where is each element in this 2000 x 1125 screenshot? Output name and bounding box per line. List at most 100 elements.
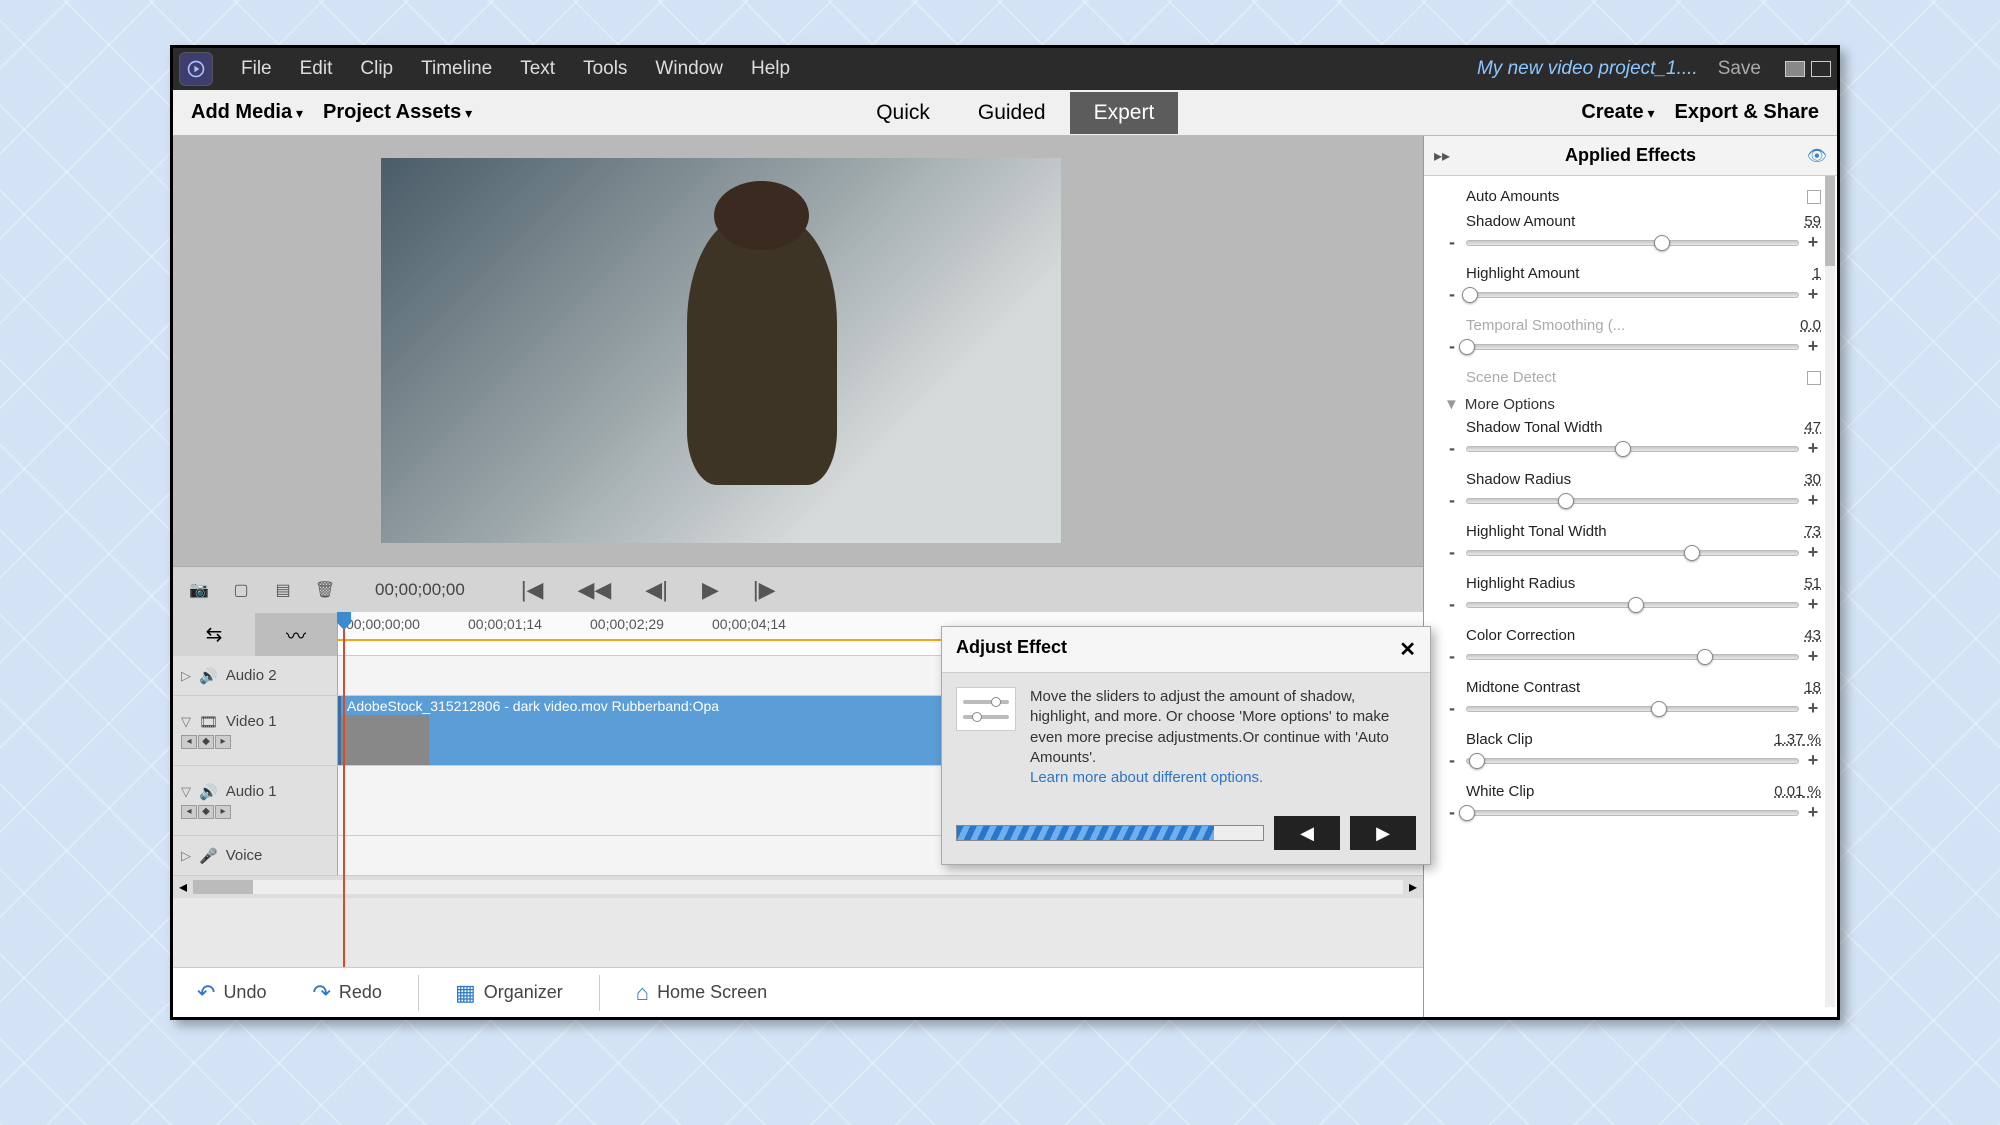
slider[interactable] — [1466, 810, 1799, 816]
tab-guided[interactable]: Guided — [954, 92, 1070, 134]
slider[interactable] — [1466, 344, 1799, 350]
increment-button[interactable]: + — [1805, 802, 1821, 823]
goto-start-icon[interactable]: |◀ — [513, 577, 552, 603]
decrement-button[interactable]: - — [1444, 490, 1460, 511]
panel-scroll-thumb[interactable] — [1825, 176, 1835, 266]
increment-button[interactable]: + — [1805, 438, 1821, 459]
eye-icon[interactable]: 👁 — [1807, 146, 1827, 166]
increment-button[interactable]: + — [1805, 750, 1821, 771]
param-value[interactable]: 73 — [1804, 523, 1821, 540]
collapse-icon[interactable]: ▽ — [181, 784, 191, 800]
step-back-icon[interactable]: ◀◀ — [569, 577, 619, 603]
menu-clip[interactable]: Clip — [346, 58, 407, 80]
slider-thumb[interactable] — [1654, 235, 1670, 251]
decrement-button[interactable]: - — [1444, 802, 1460, 823]
increment-button[interactable]: + — [1805, 542, 1821, 563]
slider-thumb[interactable] — [1615, 441, 1631, 457]
decrement-button[interactable]: - — [1444, 232, 1460, 253]
create-dropdown[interactable]: Create — [1571, 101, 1664, 124]
decrement-button[interactable]: - — [1444, 750, 1460, 771]
scroll-thumb[interactable] — [193, 880, 253, 894]
frame-back-icon[interactable]: ◀| — [637, 577, 676, 603]
prev-tip-button[interactable]: ◀ — [1274, 816, 1340, 850]
tab-expert[interactable]: Expert — [1070, 92, 1179, 134]
increment-button[interactable]: + — [1805, 594, 1821, 615]
project-assets-dropdown[interactable]: Project Assets — [313, 101, 482, 124]
track-keyframe-icon[interactable]: ◆ — [198, 735, 214, 749]
timecode[interactable]: 00;00;00;00 — [375, 580, 465, 600]
decrement-button[interactable]: - — [1444, 336, 1460, 357]
scroll-left-icon[interactable]: ◂ — [173, 877, 193, 897]
timeline-scrollbar[interactable]: ◂ ▸ — [173, 876, 1423, 898]
film-icon[interactable]: 🎞 — [199, 713, 218, 731]
auto-amounts-checkbox[interactable] — [1807, 190, 1821, 204]
param-value[interactable]: 51 — [1804, 575, 1821, 592]
frame-fwd-icon[interactable]: |▶ — [745, 577, 784, 603]
menu-help[interactable]: Help — [737, 58, 804, 80]
track-prev-icon[interactable]: ◂ — [181, 805, 197, 819]
increment-button[interactable]: + — [1805, 232, 1821, 253]
tab-quick[interactable]: Quick — [852, 92, 954, 134]
slider[interactable] — [1466, 654, 1799, 660]
decrement-button[interactable]: - — [1444, 284, 1460, 305]
expand-icon[interactable]: ▷ — [181, 668, 191, 684]
param-value[interactable]: 43 — [1804, 627, 1821, 644]
increment-button[interactable]: + — [1805, 698, 1821, 719]
marker-icon[interactable]: ▢ — [229, 578, 253, 602]
param-value[interactable]: 47 — [1804, 419, 1821, 436]
scroll-right-icon[interactable]: ▸ — [1403, 877, 1423, 897]
learn-more-link[interactable]: Learn more about different options. — [1030, 769, 1263, 786]
slider-thumb[interactable] — [1459, 339, 1475, 355]
expand-icon[interactable]: ▷ — [181, 848, 191, 864]
param-value[interactable]: 1.37 — [1774, 731, 1821, 748]
slider-thumb[interactable] — [1628, 597, 1644, 613]
menu-file[interactable]: File — [227, 58, 286, 80]
track-next-icon[interactable]: ▸ — [215, 735, 231, 749]
increment-button[interactable]: + — [1805, 284, 1821, 305]
slider-thumb[interactable] — [1697, 649, 1713, 665]
timeline-zoom-tool-icon[interactable]: ⇆ — [173, 615, 255, 654]
next-tip-button[interactable]: ▶ — [1350, 816, 1416, 850]
param-value[interactable]: 59 — [1804, 213, 1821, 230]
track-keyframe-icon[interactable]: ◆ — [198, 805, 214, 819]
scene-detect-checkbox[interactable] — [1807, 371, 1821, 385]
param-value[interactable]: 1 — [1813, 265, 1821, 282]
timeline-audio-tool-icon[interactable]: 〰 — [255, 613, 337, 656]
slider-thumb[interactable] — [1651, 701, 1667, 717]
param-value[interactable]: 18 — [1804, 679, 1821, 696]
track-prev-icon[interactable]: ◂ — [181, 735, 197, 749]
home-screen-button[interactable]: ⌂Home Screen — [626, 976, 777, 1010]
export-share-button[interactable]: Export & Share — [1665, 101, 1829, 124]
minimize-icon[interactable] — [1785, 61, 1805, 77]
decrement-button[interactable]: - — [1444, 698, 1460, 719]
redo-button[interactable]: ↷Redo — [302, 976, 391, 1010]
maximize-icon[interactable] — [1811, 61, 1831, 77]
slider[interactable] — [1466, 240, 1799, 246]
speaker-icon[interactable]: 🔊 — [199, 783, 218, 801]
slider-thumb[interactable] — [1469, 753, 1485, 769]
organizer-button[interactable]: ▦Organizer — [445, 976, 573, 1010]
collapse-icon[interactable]: ▽ — [181, 714, 191, 730]
preview-frame[interactable] — [381, 158, 1061, 543]
panel-collapse-icon[interactable]: ▸▸ — [1434, 146, 1450, 166]
slider-thumb[interactable] — [1684, 545, 1700, 561]
slider-thumb[interactable] — [1558, 493, 1574, 509]
slider[interactable] — [1466, 550, 1799, 556]
chevron-down-icon[interactable]: ▼ — [1444, 396, 1459, 413]
slider[interactable] — [1466, 498, 1799, 504]
slider[interactable] — [1466, 758, 1799, 764]
playhead[interactable] — [343, 612, 345, 967]
slider-thumb[interactable] — [1462, 287, 1478, 303]
slider[interactable] — [1466, 602, 1799, 608]
decrement-button[interactable]: - — [1444, 646, 1460, 667]
increment-button[interactable]: + — [1805, 490, 1821, 511]
decrement-button[interactable]: - — [1444, 438, 1460, 459]
decrement-button[interactable]: - — [1444, 594, 1460, 615]
menu-window[interactable]: Window — [641, 58, 737, 80]
slider[interactable] — [1466, 446, 1799, 452]
slider-thumb[interactable] — [1459, 805, 1475, 821]
menu-tools[interactable]: Tools — [569, 58, 641, 80]
snapshot-icon[interactable]: 📷 — [187, 578, 211, 602]
add-media-dropdown[interactable]: Add Media — [181, 101, 313, 124]
speaker-icon[interactable]: 🔊 — [199, 667, 218, 685]
